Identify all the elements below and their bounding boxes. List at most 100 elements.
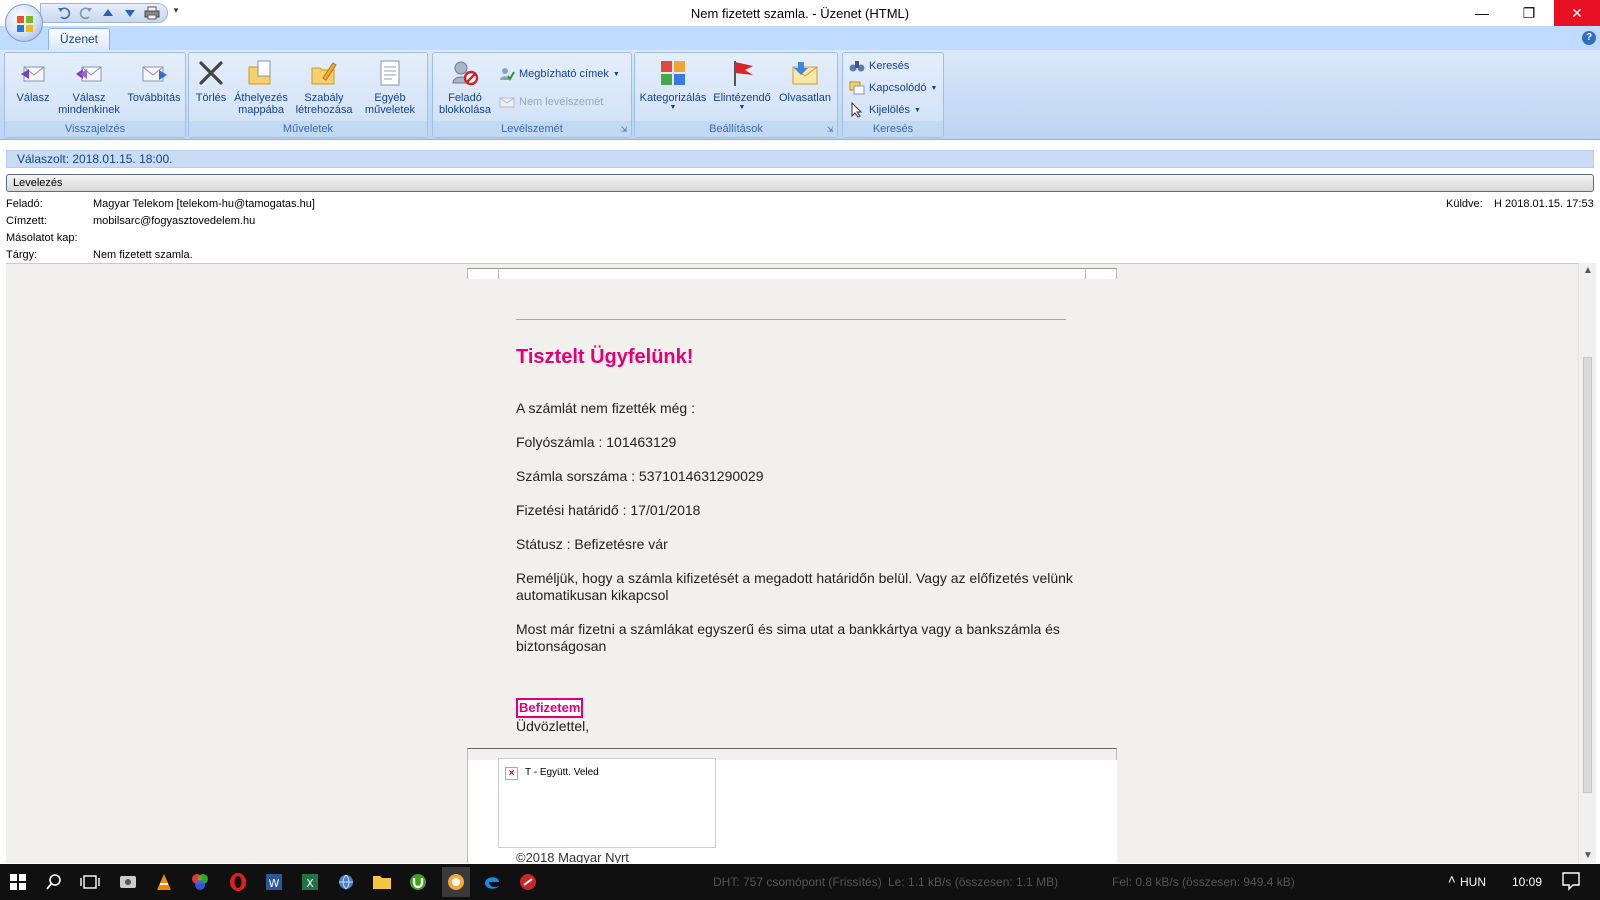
binoculars-icon	[849, 58, 865, 74]
edge-icon[interactable]	[480, 870, 504, 894]
reply-all-button[interactable]: Válasz mindenkinek	[55, 55, 123, 121]
ribbon: Válasz Válasz mindenkinek Továbbítás Vis…	[0, 50, 1600, 140]
create-rule-button[interactable]: Szabály létrehozása	[291, 55, 357, 121]
excel-icon[interactable]: X	[298, 870, 322, 894]
categorize-button[interactable]: Kategorizálás ▼	[637, 55, 709, 121]
redo-icon[interactable]	[77, 5, 95, 21]
follow-up-button[interactable]: Elintézendő ▼	[709, 55, 775, 121]
pay-now-link[interactable]: Befizetem	[516, 698, 584, 718]
reply-all-icon	[73, 57, 105, 89]
related-button[interactable]: Kapcsolódó ▼	[849, 79, 937, 97]
find-button[interactable]: Keresés	[849, 57, 909, 75]
opera-icon[interactable]	[226, 870, 250, 894]
categorize-dropdown-icon: ▼	[669, 104, 677, 111]
levelszemet-dialog-launcher-icon[interactable]: ⇲	[619, 125, 629, 135]
subject-value: Nem fizetett szamla.	[93, 249, 193, 261]
vertical-scrollbar[interactable]: ▲ ▼	[1578, 263, 1596, 863]
tray-expand-icon[interactable]: ˄	[1448, 872, 1456, 887]
clock[interactable]: 10:09	[1512, 875, 1542, 889]
greeting-heading: Tisztelt Ügyfelünk!	[516, 346, 694, 368]
mark-unread-button[interactable]: Olvasatlan	[775, 55, 835, 121]
delete-button[interactable]: Törlés	[191, 55, 231, 121]
block-sender-button[interactable]: Feladó blokkolása	[435, 55, 495, 121]
tab-uzenet[interactable]: Üzenet	[48, 28, 110, 50]
to-label: Címzett:	[6, 215, 47, 227]
previous-item-icon[interactable]	[99, 5, 117, 21]
delete-icon	[195, 57, 227, 89]
safe-senders-button[interactable]: Megbízható címek ▼	[499, 65, 620, 83]
app-icon-red[interactable]	[516, 870, 540, 894]
body-paragraph-2: Most már fizetni a számlákat egyszerű és…	[516, 621, 1060, 654]
not-junk-button[interactable]: Nem levélszemét	[499, 93, 603, 111]
scroll-thumb[interactable]	[1583, 357, 1592, 793]
scroll-down-icon[interactable]: ▼	[1583, 850, 1593, 861]
body-line-account: Folyószámla : 101463129	[516, 434, 677, 450]
forward-icon	[138, 57, 170, 89]
from-value[interactable]: Magyar Telekom [telekom-hu@tamogatas.hu]	[93, 198, 315, 210]
not-junk-icon	[499, 94, 515, 110]
select-dropdown-icon: ▼	[913, 106, 921, 114]
message-header: Feladó: Magyar Telekom [telekom-hu@tamog…	[0, 194, 1600, 262]
sent-label: Küldve:	[1446, 198, 1483, 210]
scroll-up-icon[interactable]: ▲	[1583, 265, 1593, 276]
utorrent-icon[interactable]	[406, 870, 430, 894]
info-bar[interactable]: Válaszolt: 2018.01.15. 18:00.	[6, 150, 1594, 168]
task-view-icon[interactable]	[78, 870, 102, 894]
app-icon-1[interactable]	[116, 870, 140, 894]
to-value[interactable]: mobilsarc@fogyasztovedelem.hu	[93, 215, 255, 227]
related-icon	[849, 80, 865, 96]
select-button[interactable]: Kijelölés ▼	[849, 101, 921, 119]
sent-value: H 2018.01.15. 17:53	[1494, 198, 1594, 210]
search-icon[interactable]	[42, 870, 66, 894]
undo-icon[interactable]	[55, 5, 73, 21]
block-sender-icon	[449, 57, 481, 89]
svg-text:W: W	[269, 877, 280, 890]
beallitasok-dialog-launcher-icon[interactable]: ⇲	[825, 125, 835, 135]
start-icon[interactable]	[6, 870, 30, 894]
reply-button[interactable]: Válasz	[9, 55, 57, 121]
group-label-kereses: Keresés	[843, 121, 943, 137]
body-line-unpaid: A számlát nem fizették még :	[516, 400, 695, 416]
outlook-active-icon[interactable]	[442, 867, 470, 897]
broken-image-icon: ×	[505, 767, 518, 780]
office-button[interactable]	[5, 4, 43, 42]
print-icon[interactable]	[143, 5, 161, 21]
file-explorer-icon[interactable]	[370, 870, 394, 894]
safe-senders-icon	[499, 66, 515, 82]
group-label-beallitasok: Beállítások	[635, 121, 837, 137]
move-to-folder-button[interactable]: Áthelyezés mappába	[231, 55, 291, 121]
svg-text:X: X	[306, 877, 314, 890]
forward-button[interactable]: Továbbítás	[123, 55, 185, 121]
reply-icon	[17, 57, 49, 89]
close-button[interactable]: ✕	[1554, 0, 1600, 26]
footer-image-placeholder: × T - Együtt. Veled	[498, 758, 716, 848]
notification-center-icon[interactable]	[1560, 870, 1584, 894]
group-levelszemet: Feladó blokkolása Megbízható címek ▼ Nem…	[432, 52, 632, 138]
language-indicator[interactable]: HUN	[1460, 875, 1486, 889]
content-top-frame	[467, 269, 1117, 279]
title-bar: Nem fizetett szamla. - Üzenet (HTML) ▾ —…	[0, 0, 1600, 42]
from-label: Feladó:	[6, 198, 43, 210]
other-actions-button[interactable]: Egyéb műveletek	[357, 55, 423, 121]
dht-status: DHT: 757 csomópont (Frissítés)	[713, 875, 882, 889]
group-label-muveletek: Műveletek	[189, 121, 427, 137]
image-alt-text: T - Együtt. Veled	[525, 767, 599, 778]
ribbon-tab-row: Üzenet ?	[0, 26, 1600, 50]
body-line-deadline: Fizetési határidő : 17/01/2018	[516, 502, 701, 518]
restore-button[interactable]: ❐	[1507, 0, 1551, 26]
color-app-icon[interactable]	[188, 870, 212, 894]
word-icon[interactable]: W	[262, 870, 286, 894]
vlc-icon[interactable]	[152, 870, 176, 894]
flag-icon	[726, 57, 758, 89]
quick-access-toolbar	[40, 3, 168, 23]
category-bar: Levelezés	[6, 174, 1594, 192]
group-label-visszajelzes: Visszajelzés	[5, 121, 185, 137]
customize-qat-icon[interactable]: ▾	[170, 5, 182, 19]
download-speed: Le: 1.1 kB/s (összesen: 1.1 MB)	[888, 875, 1059, 889]
help-icon[interactable]: ?	[1582, 31, 1596, 45]
next-item-icon[interactable]	[121, 5, 139, 21]
other-actions-icon	[374, 57, 406, 89]
globe-icon[interactable]	[334, 870, 358, 894]
copyright-text: ©2018 Magyar Nyrt	[516, 850, 629, 863]
minimize-button[interactable]: —	[1460, 0, 1504, 26]
